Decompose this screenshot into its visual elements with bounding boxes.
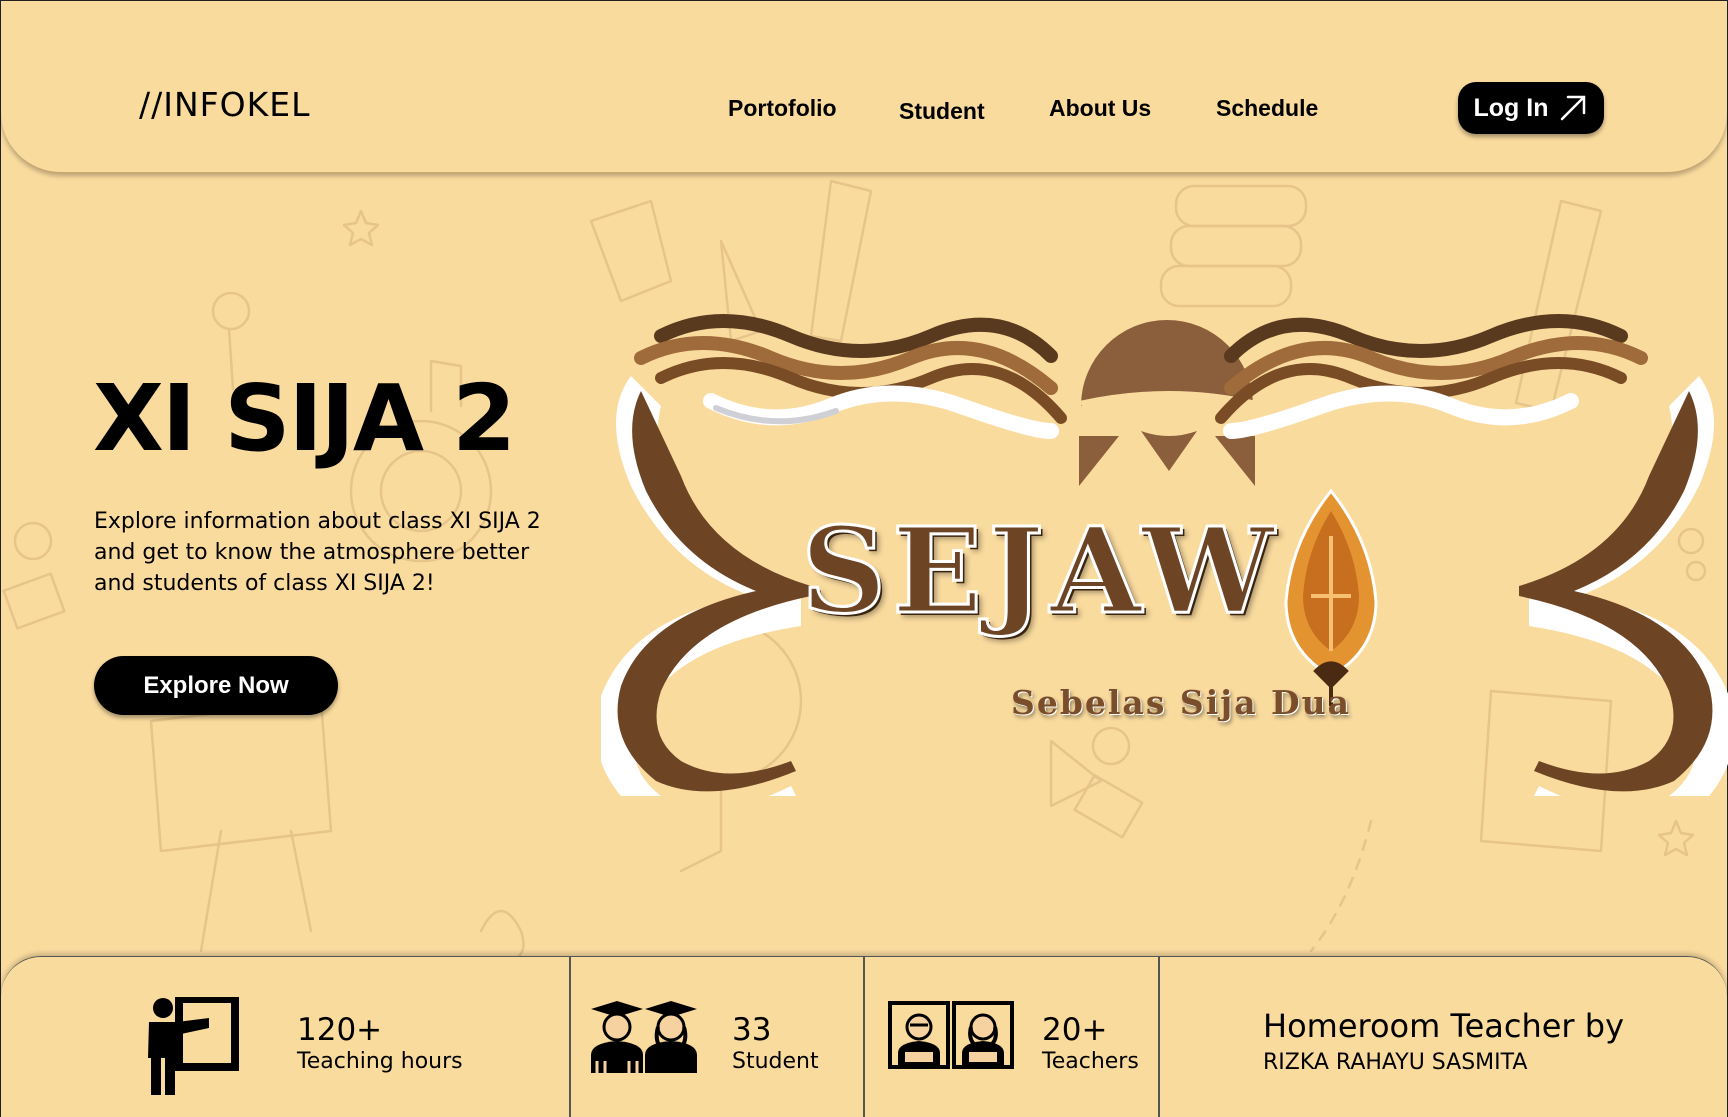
nav-student[interactable]: Student	[899, 98, 985, 125]
teachers-icon	[888, 1001, 1014, 1069]
gunungan-ornament	[1284, 488, 1378, 706]
stat-teachers-value: 20+	[1042, 1012, 1108, 1048]
teacher-board-icon	[148, 997, 239, 1095]
emblem-tagline: Sebelas Sija Dua	[1011, 683, 1352, 722]
emblem-wordmark: SEJAW	[799, 500, 1281, 642]
stats-divider	[1158, 957, 1160, 1117]
explore-now-button[interactable]: Explore Now	[94, 656, 338, 715]
stat-student-label: Student	[732, 1049, 819, 1074]
stats-divider	[863, 957, 865, 1117]
homeroom-heading: Homeroom Teacher by	[1263, 1007, 1624, 1045]
nav-schedule[interactable]: Schedule	[1216, 95, 1318, 122]
nav-portofolio[interactable]: Portofolio	[728, 95, 837, 122]
login-label: Log In	[1473, 93, 1549, 122]
hero-description: Explore information about class XI SIJA …	[94, 509, 541, 596]
stat-teaching-hours-label: Teaching hours	[297, 1049, 463, 1074]
nav-about-us[interactable]: About Us	[1049, 95, 1151, 122]
arrow-up-right-icon	[1561, 95, 1586, 121]
stats-divider	[569, 957, 571, 1117]
site-logo[interactable]: //INFOKEL	[139, 85, 311, 124]
graduates-icon	[591, 1001, 697, 1073]
stat-student-value: 33	[732, 1012, 772, 1048]
stat-teaching-hours-value: 120+	[297, 1012, 383, 1048]
hero-title: XI SIJA 2	[93, 365, 516, 472]
stat-teachers-label: Teachers	[1042, 1049, 1139, 1074]
top-navbar: //INFOKEL Portofolio Student About Us Sc…	[1, 1, 1727, 173]
login-button[interactable]: Log In	[1458, 82, 1604, 134]
homeroom-teacher-name: RIZKA RAHAYU SASMITA	[1263, 1050, 1528, 1075]
